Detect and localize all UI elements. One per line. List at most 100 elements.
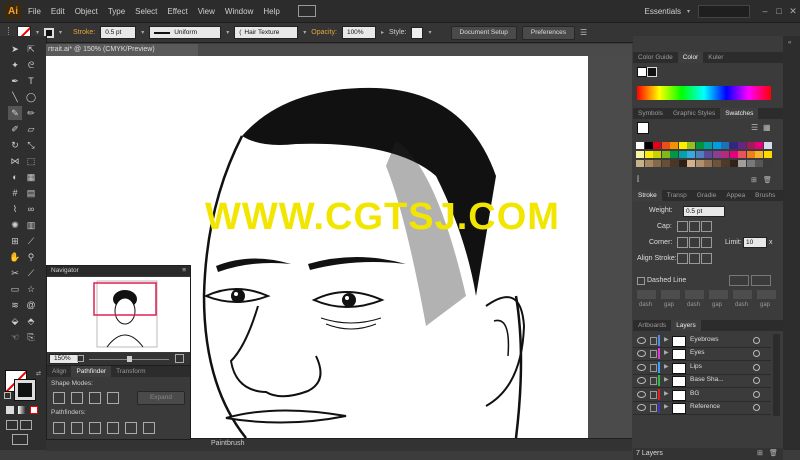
- layers-scrollbar[interactable]: [773, 334, 780, 416]
- swatch[interactable]: [746, 142, 755, 149]
- weight-field[interactable]: 0.5 pt: [683, 206, 725, 217]
- tab-artboards[interactable]: Artboards: [633, 320, 671, 331]
- swatch[interactable]: [755, 151, 763, 158]
- swatch[interactable]: [712, 151, 721, 158]
- live-paint-tool-icon[interactable]: ⬙: [8, 314, 22, 328]
- divide-icon[interactable]: [53, 422, 65, 434]
- gap-field-2[interactable]: [709, 290, 728, 299]
- hand-tool-icon[interactable]: ✋: [8, 250, 22, 264]
- zoom-out-icon[interactable]: [77, 355, 84, 362]
- swatch[interactable]: [746, 151, 755, 158]
- eyedropper-tool-icon[interactable]: ⌇: [8, 202, 22, 216]
- miter-join-icon[interactable]: [677, 237, 688, 248]
- swatch[interactable]: [661, 160, 670, 167]
- swatch[interactable]: [729, 142, 738, 149]
- swatch[interactable]: [636, 142, 644, 149]
- menu-object[interactable]: Object: [75, 7, 98, 16]
- menu-edit[interactable]: Edit: [51, 7, 65, 16]
- pencil-tool-icon[interactable]: ✏: [24, 106, 38, 120]
- swatch[interactable]: [670, 142, 678, 149]
- swatch[interactable]: [670, 160, 678, 167]
- visibility-eye-icon[interactable]: [637, 337, 646, 344]
- brush-definition[interactable]: (Hair Texture: [234, 26, 299, 39]
- pen-tool-icon[interactable]: ✒: [8, 74, 22, 88]
- unite-icon[interactable]: [53, 392, 65, 404]
- target-icon[interactable]: [753, 350, 760, 358]
- swatch[interactable]: [755, 160, 763, 167]
- new-layer-icon[interactable]: ⊞: [757, 449, 763, 457]
- hand-alt-tool-icon[interactable]: ☜: [8, 330, 22, 344]
- free-transform-tool-icon[interactable]: ⬚: [24, 154, 38, 168]
- opacity-label[interactable]: Opacity:: [311, 29, 337, 36]
- stroke-weight-field[interactable]: 0.5 pt: [100, 26, 137, 39]
- maximize-icon[interactable]: □: [772, 6, 786, 16]
- tab-stroke[interactable]: Stroke: [633, 190, 662, 201]
- lock-icon[interactable]: [650, 377, 657, 386]
- swatch[interactable]: [636, 160, 644, 167]
- delete-layer-icon[interactable]: 🗑: [769, 449, 778, 457]
- align-outside-icon[interactable]: [701, 253, 712, 264]
- visibility-eye-icon[interactable]: [637, 390, 646, 398]
- swatch[interactable]: [721, 151, 729, 158]
- menu-type[interactable]: Type: [108, 7, 125, 16]
- none-mode-icon[interactable]: [30, 406, 38, 414]
- projecting-cap-icon[interactable]: [701, 221, 712, 232]
- gap-field-1[interactable]: [661, 290, 680, 299]
- rectangle-tool-icon[interactable]: ▭: [8, 282, 22, 296]
- swatch[interactable]: [704, 160, 712, 167]
- warp-tool-icon[interactable]: ≋: [8, 298, 22, 312]
- swatch[interactable]: [653, 151, 661, 158]
- stroke-swatch-large-icon[interactable]: [14, 379, 36, 401]
- swatch[interactable]: [644, 142, 653, 149]
- menu-view[interactable]: View: [198, 7, 215, 16]
- stroke-dropdown-icon[interactable]: ▾: [59, 29, 62, 36]
- swap-colors-icon[interactable]: ⇄: [36, 370, 41, 377]
- stroke-label[interactable]: Stroke:: [73, 29, 95, 36]
- round-join-icon[interactable]: [689, 237, 700, 248]
- magic-wand-tool-icon[interactable]: ✦: [8, 58, 22, 72]
- dash-preserve-icon[interactable]: [751, 275, 771, 286]
- color-mode-icon[interactable]: [6, 406, 14, 414]
- layer-row[interactable]: ▶ Lips: [633, 361, 771, 375]
- layer-row[interactable]: ▶ Reference: [633, 401, 771, 415]
- navigator-zoom-field[interactable]: 150%: [49, 354, 79, 364]
- expand-arrow-icon[interactable]: ▶: [664, 376, 669, 383]
- symbol-sprayer-tool-icon[interactable]: ✺: [8, 218, 22, 232]
- round-cap-icon[interactable]: [689, 221, 700, 232]
- star-tool-icon[interactable]: ☆: [24, 282, 38, 296]
- swatch[interactable]: [644, 151, 653, 158]
- swatch[interactable]: [763, 160, 772, 167]
- bevel-join-icon[interactable]: [701, 237, 712, 248]
- swatch[interactable]: [712, 142, 721, 149]
- draw-mode-icon[interactable]: [6, 420, 18, 430]
- layer-row[interactable]: ▶ Eyes: [633, 347, 771, 362]
- swatch[interactable]: [678, 160, 687, 167]
- tab-brushes[interactable]: Brushs: [750, 190, 780, 201]
- align-inside-icon[interactable]: [689, 253, 700, 264]
- swatch[interactable]: [636, 151, 644, 158]
- blob-brush-tool-icon[interactable]: ✐: [8, 122, 22, 136]
- menu-help[interactable]: Help: [263, 7, 279, 16]
- opacity-field[interactable]: 100%: [341, 26, 376, 39]
- tab-gradient[interactable]: Gradie: [692, 190, 722, 201]
- swatch[interactable]: [704, 142, 712, 149]
- swatch[interactable]: [687, 160, 695, 167]
- swatch[interactable]: [721, 142, 729, 149]
- tab-pathfinder[interactable]: Pathfinder: [71, 366, 112, 377]
- swatch[interactable]: [755, 142, 763, 149]
- gradient-mode-icon[interactable]: [18, 406, 26, 414]
- swatches-fill-icon[interactable]: [637, 122, 649, 134]
- document-setup-button[interactable]: Document Setup: [450, 25, 517, 40]
- eraser-tool-icon[interactable]: ▱: [24, 122, 38, 136]
- tab-swatches[interactable]: Swatches: [720, 108, 759, 119]
- mesh-tool-icon[interactable]: #: [8, 186, 22, 200]
- swatch[interactable]: [712, 160, 721, 167]
- fill-dropdown-icon[interactable]: ▾: [36, 29, 39, 36]
- artboard-tool-icon[interactable]: ⊞: [8, 234, 22, 248]
- swatch[interactable]: [746, 160, 755, 167]
- variable-width-profile[interactable]: Uniform: [149, 26, 222, 39]
- visibility-eye-icon[interactable]: [637, 377, 646, 385]
- exclude-icon[interactable]: [107, 392, 119, 404]
- swatch[interactable]: [738, 142, 746, 149]
- zoom-tool-icon[interactable]: ⚲: [24, 250, 38, 264]
